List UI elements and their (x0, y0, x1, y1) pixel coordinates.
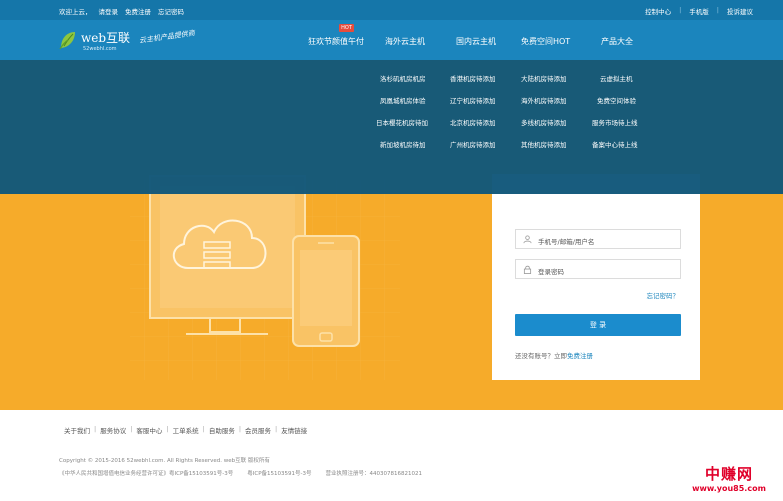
login-panel: 手机号/邮箱/用户名 登录密码 忘记密码？ 登 录 还没有账号？立即免费注册 (492, 174, 700, 380)
site-logo[interactable]: web互联 52webhl.com (59, 28, 131, 54)
dropdown-item[interactable]: 北京机房待添加 (450, 117, 496, 127)
divider: | (94, 425, 97, 433)
copyright-text: Copyright © 2015-2016 52webhl.com. All R… (59, 458, 270, 464)
dropdown-item[interactable]: 凤凰城机房体验 (380, 95, 426, 105)
logo-text: web互联 (81, 31, 131, 45)
nav-item-carnival[interactable]: 狂欢节颜值午付 (308, 36, 364, 47)
forgot-password-link[interactable]: 忘记密码？ (647, 290, 680, 300)
username-placeholder: 手机号/邮箱/用户名 (538, 238, 595, 246)
divider: | (238, 425, 242, 433)
footer-link-friends[interactable]: 友情链接 (281, 425, 307, 435)
license-icp-number[interactable]: 粤ICP备15103591号-3号 (247, 469, 311, 477)
login-button[interactable]: 登 录 (515, 314, 681, 336)
dropdown-item[interactable]: 免费空间体验 (597, 95, 636, 105)
dropdown-item[interactable]: 香港机房待添加 (450, 73, 496, 83)
divider: | (716, 6, 719, 14)
password-field[interactable]: 登录密码 (515, 259, 681, 279)
footer-link-support[interactable]: 客服中心 (136, 425, 162, 435)
slogan: 云主机产品提供商 (138, 29, 196, 45)
nav-item-products[interactable]: 产品大全 (601, 36, 633, 47)
main-header: web互联 52webhl.com 云主机产品提供商 HOT 狂欢节颜值午付 海… (0, 20, 783, 60)
license-icp-certificate[interactable]: 《中华人民共和国增值电信业务经营许可证》粤ICP备15103591号-3号 (59, 469, 233, 477)
dropdown-item[interactable]: 其他机房待添加 (521, 139, 567, 149)
nav-item-domestic-cloud[interactable]: 国内云主机 (456, 36, 496, 47)
username-field[interactable]: 手机号/邮箱/用户名 (515, 229, 681, 249)
topbar-left: 欢迎上云， 请登录 免费注册 忘记密码 (59, 6, 184, 16)
divider: | (679, 6, 682, 14)
watermark-title: 中赚网 (704, 465, 753, 483)
topbar-right: 控制中心 | 手机版 | 投诉建议 (645, 6, 753, 16)
dropdown-item[interactable]: 新加坡机房待加 (380, 139, 426, 149)
divider: | (202, 425, 205, 433)
register-prompt: 还没有账号？立即免费注册 (515, 350, 593, 360)
dropdown-item[interactable]: 大陆机房待添加 (521, 73, 567, 83)
welcome-text: 欢迎上云， (59, 8, 92, 16)
watermark-url: www.you85.com (692, 484, 766, 493)
password-placeholder: 登录密码 (538, 268, 564, 276)
nav-item-free-space[interactable]: 免费空间HOT (521, 36, 570, 47)
register-prefix: 还没有账号？立即 (515, 352, 567, 360)
register-link[interactable]: 免费注册 (125, 6, 151, 16)
hot-badge: HOT (339, 24, 354, 32)
divider: | (275, 425, 278, 433)
license-info: 《中华人民共和国增值电信业务经营许可证》粤ICP备15103591号-3号 粤I… (59, 469, 422, 477)
logo-domain: 52webhl.com (83, 46, 117, 52)
free-register-link[interactable]: 免费注册 (567, 352, 593, 360)
control-center-link[interactable]: 控制中心 (645, 6, 671, 16)
business-license: 营业执照注册号：440307816821021 (325, 471, 423, 477)
dropdown-item[interactable]: 洛杉矶机房机房 (380, 73, 426, 83)
footer-link-member[interactable]: 会员服务 (245, 425, 271, 435)
dropdown-item[interactable]: 海外机房待添加 (521, 95, 567, 105)
footer-link-terms[interactable]: 服务协议 (100, 425, 126, 435)
top-bar: 欢迎上云， 请登录 免费注册 忘记密码 控制中心 | 手机版 | 投诉建议 (0, 0, 783, 20)
footer-link-self-service[interactable]: 自助服务 (209, 425, 235, 435)
forgot-password-link[interactable]: 忘记密码 (158, 6, 184, 16)
lock-icon (523, 265, 532, 274)
footer-link-about[interactable]: 关于我们 (64, 425, 90, 435)
dropdown-item[interactable]: 多线机房待添加 (521, 117, 567, 127)
complaint-link[interactable]: 投诉建议 (727, 6, 753, 16)
hero-banner: 洛杉矶机房机房 凤凰城机房体验 日本樱花机房待加 新加坡机房待加 香港机房待添加… (0, 60, 783, 410)
leaf-logo-icon (59, 32, 75, 50)
dropdown-item[interactable]: 备案中心待上线 (592, 139, 638, 149)
nav-item-overseas-cloud[interactable]: 海外云主机 (385, 36, 425, 47)
dropdown-item[interactable]: 服务市场待上线 (592, 117, 638, 127)
divider: | (166, 425, 169, 433)
footer-links: 关于我们 | 服务协议 | 客服中心 | 工单系统 | 自助服务 | 会员服务 … (64, 425, 307, 435)
user-icon (523, 235, 532, 244)
dropdown-item[interactable]: 广州机房待添加 (450, 139, 496, 149)
dropdown-item[interactable]: 日本樱花机房待加 (376, 117, 428, 127)
footer-link-tickets[interactable]: 工单系统 (173, 425, 199, 435)
divider: | (130, 425, 133, 433)
nav-dropdown-menu: 洛杉矶机房机房 凤凰城机房体验 日本樱花机房待加 新加坡机房待加 香港机房待添加… (0, 60, 783, 194)
mobile-link[interactable]: 手机版 (689, 6, 709, 16)
dropdown-item[interactable]: 云虚拟主机 (600, 73, 633, 83)
login-link[interactable]: 请登录 (99, 6, 119, 16)
dropdown-item[interactable]: 辽宁机房待添加 (450, 95, 496, 105)
site-watermark: 中赚网 www.you85.com (679, 463, 779, 493)
